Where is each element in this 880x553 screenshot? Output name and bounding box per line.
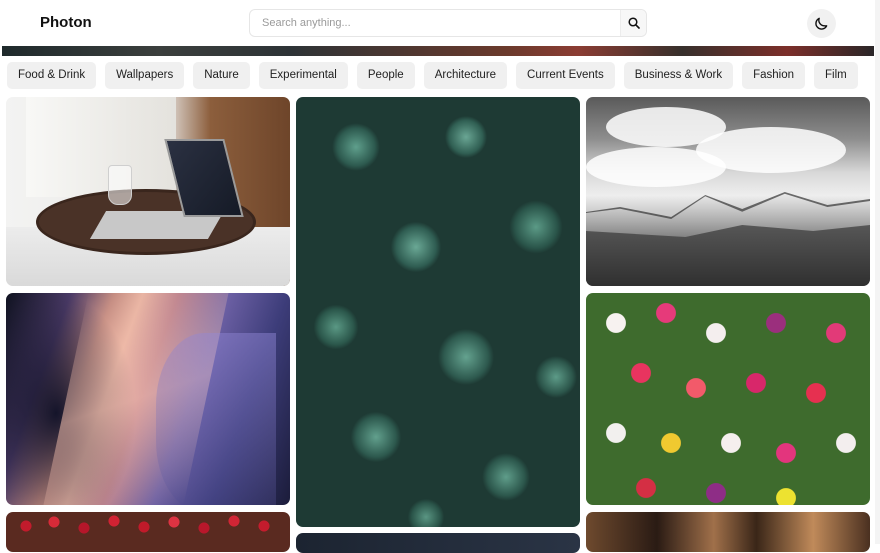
category-chip[interactable]: Business & Work (623, 62, 734, 89)
category-chip[interactable]: Architecture (423, 62, 508, 89)
category-chip[interactable]: Fashion (742, 62, 806, 89)
moon-icon (815, 17, 828, 30)
photo-snowy-mountains[interactable] (586, 97, 870, 286)
photo-succulents[interactable] (296, 97, 580, 527)
search-button[interactable] (620, 10, 646, 36)
category-chip[interactable]: Wallpapers (105, 62, 185, 89)
category-chip[interactable]: Food & Drink (7, 62, 97, 89)
category-chip[interactable]: Film (814, 62, 858, 89)
category-chip[interactable]: Nature (193, 62, 250, 89)
category-bar: Food & Drink Wallpapers Nature Experimental… (7, 62, 873, 89)
page-scrollbar[interactable] (875, 0, 880, 544)
search-bar (249, 9, 647, 37)
photo-dark-partial[interactable] (296, 533, 580, 553)
category-chip[interactable]: Current Events (516, 62, 615, 89)
photo-berries[interactable] (6, 512, 290, 552)
photo-canyon[interactable] (6, 293, 290, 505)
brand-logo[interactable]: Photon (40, 14, 92, 31)
category-chip[interactable]: Experimental (258, 62, 348, 89)
category-chip[interactable]: People (356, 62, 415, 89)
search-input[interactable] (250, 10, 620, 36)
photo-laptop-on-bed[interactable] (6, 97, 290, 286)
photo-portrait-partial[interactable] (586, 512, 870, 552)
search-icon (627, 17, 640, 29)
theme-toggle-button[interactable] (807, 9, 836, 38)
photo-tulips[interactable] (586, 293, 870, 505)
top-bar: Photon (0, 0, 880, 46)
hero-image (2, 46, 874, 56)
